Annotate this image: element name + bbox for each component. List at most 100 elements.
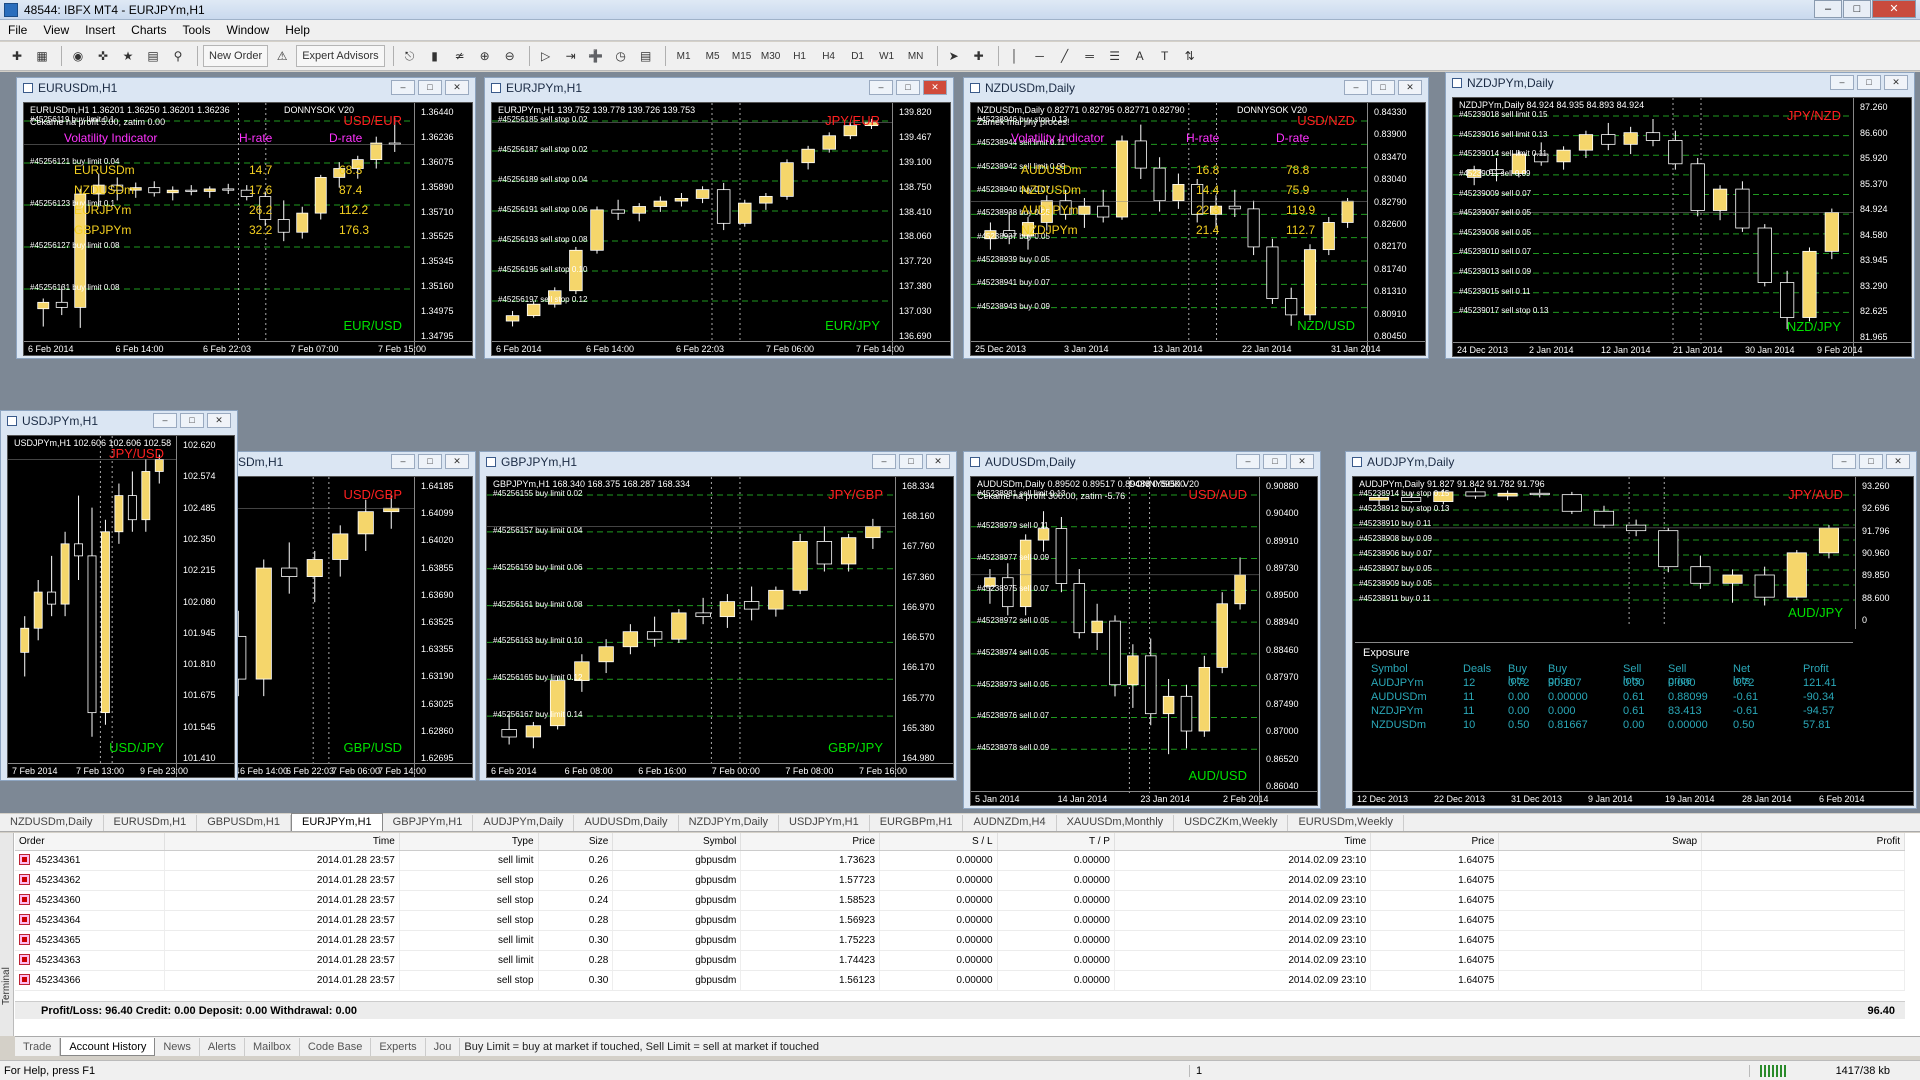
templates-icon[interactable]: ▤ — [635, 45, 657, 67]
chart-tab[interactable]: EURGBPm,H1 — [870, 815, 964, 831]
expert-advisors-button[interactable]: Expert Advisors — [296, 45, 385, 67]
timeframe-h1[interactable]: H1 — [787, 45, 813, 67]
chart-tab[interactable]: XAUUSDm,Monthly — [1057, 815, 1175, 831]
chart-plot-area[interactable]: 102.620 102.574 102.485 102.350 102.215 102.0… — [7, 435, 235, 778]
chart-restore-button[interactable]: □ — [1857, 75, 1881, 90]
terminal-tab[interactable]: News — [155, 1037, 200, 1056]
chart-tab[interactable]: EURUSDm,Weekly — [1288, 815, 1404, 831]
terminal-tab[interactable]: Mailbox — [245, 1037, 300, 1056]
menu-help[interactable]: Help — [277, 23, 318, 37]
menu-charts[interactable]: Charts — [123, 23, 174, 37]
chart-window-caption[interactable]: USDJPYm,H1 – □ ✕ — [1, 411, 237, 431]
chart-tab[interactable]: EURUSDm,H1 — [104, 815, 198, 831]
chart-plot-area[interactable]: 0.90880 0.90400 0.89910 0.89730 0.89500 0.889… — [970, 476, 1318, 806]
chart-restore-button[interactable]: □ — [180, 413, 204, 428]
new-order-button[interactable]: New Order — [203, 45, 269, 67]
chart-tab[interactable]: NZDJPYm,Daily — [679, 815, 780, 831]
chart-tab[interactable]: GBPJPYm,H1 — [383, 815, 474, 831]
chart-window[interactable]: EURUSDm,H1 – □ ✕ 1.36440 1.36236 1.36075 1.3589… — [16, 77, 476, 359]
crosshair-icon[interactable]: ✚ — [968, 45, 990, 67]
chart-minimize-button[interactable]: – — [391, 80, 415, 95]
chart-minimize-button[interactable]: – — [153, 413, 177, 428]
table-row[interactable]: 45234362 2014.01.28 23:57 sell stop 0.26 gbp… — [15, 870, 1905, 891]
cursor-icon[interactable]: ➤ — [943, 45, 965, 67]
channel-icon[interactable]: ═ — [1079, 45, 1101, 67]
menu-file[interactable]: File — [0, 23, 35, 37]
navigator-icon[interactable]: ★ — [117, 45, 139, 67]
chart-plot-area[interactable]: 168.334 168.160 167.760 167.360 166.970 166.5… — [486, 476, 954, 778]
timeframe-mn[interactable]: MN — [903, 45, 929, 67]
column-header[interactable]: Type — [399, 833, 539, 851]
horizontal-line-icon[interactable]: ─ — [1029, 45, 1051, 67]
timeframe-m30[interactable]: M30 — [758, 45, 784, 67]
chart-window-caption[interactable]: EURUSDm,H1 – □ ✕ — [17, 78, 475, 98]
text-icon[interactable]: A — [1129, 45, 1151, 67]
chart-minimize-button[interactable]: – — [1344, 80, 1368, 95]
chart-window-caption[interactable]: AUDUSDm,Daily – □ ✕ — [964, 452, 1320, 472]
chart-window[interactable]: EURJPYm,H1 – □ ✕ 139.820 139.467 139.100 138.75… — [484, 77, 954, 359]
chart-minimize-button[interactable]: – — [872, 454, 896, 469]
column-header[interactable]: Time — [1114, 833, 1372, 851]
chart-tab[interactable]: USDCZKm,Weekly — [1174, 815, 1289, 831]
chart-window[interactable]: NZDJPYm,Daily – □ ✕ 87.260 86.600 85.920 85.370… — [1445, 72, 1915, 359]
chart-shift-icon[interactable]: ⇥ — [560, 45, 582, 67]
profiles-icon[interactable]: ▦ — [31, 45, 53, 67]
chart-close-button[interactable]: ✕ — [445, 80, 469, 95]
chart-minimize-button[interactable]: – — [1236, 454, 1260, 469]
timeframe-m15[interactable]: M15 — [729, 45, 755, 67]
timeframe-m5[interactable]: M5 — [700, 45, 726, 67]
chart-window[interactable]: NZDUSDm,Daily – □ ✕ 0.84330 0.83900 0.83470 0.8… — [963, 77, 1429, 359]
minimize-button[interactable]: – — [1814, 0, 1842, 18]
chart-restore-button[interactable]: □ — [1371, 80, 1395, 95]
chart-tab[interactable]: AUDNZDm,H4 — [963, 815, 1057, 831]
chart-plot-area[interactable]: 0.84330 0.83900 0.83470 0.83040 0.82790 0.826… — [970, 102, 1426, 356]
column-header[interactable]: Size — [538, 833, 614, 851]
timeframe-h4[interactable]: H4 — [816, 45, 842, 67]
candlestick-icon[interactable]: ▮ — [424, 45, 446, 67]
chart-close-button[interactable]: ✕ — [1290, 454, 1314, 469]
terminal-tab[interactable]: Account History — [60, 1037, 156, 1056]
bar-chart-icon[interactable]: ⎋ — [399, 45, 421, 67]
menu-window[interactable]: Window — [219, 23, 278, 37]
chart-plot-area[interactable]: 139.820 139.467 139.100 138.750 138.410 138.0… — [491, 102, 951, 356]
column-header[interactable]: S / L — [879, 833, 998, 851]
table-row[interactable]: 45234365 2014.01.28 23:57 sell limit 0.30 gb… — [15, 930, 1905, 951]
timeframe-d1[interactable]: D1 — [845, 45, 871, 67]
chart-restore-button[interactable]: □ — [1263, 454, 1287, 469]
timeframe-m1[interactable]: M1 — [671, 45, 697, 67]
chart-window-caption[interactable]: AUDJPYm,Daily – □ ✕ — [1346, 452, 1916, 472]
chart-restore-button[interactable]: □ — [1859, 454, 1883, 469]
chart-window-caption[interactable]: NZDJPYm,Daily – □ ✕ — [1446, 73, 1914, 93]
close-button[interactable]: ✕ — [1872, 0, 1916, 18]
terminal-tab[interactable]: Experts — [371, 1037, 426, 1056]
chart-minimize-button[interactable]: – — [391, 454, 415, 469]
metaeditor-icon[interactable]: ⚠ — [271, 45, 293, 67]
terminal-icon[interactable]: ▤ — [142, 45, 164, 67]
column-header[interactable]: Profit — [1701, 833, 1905, 851]
trendline-icon[interactable]: ╱ — [1054, 45, 1076, 67]
chart-tab[interactable]: NZDUSDm,Daily — [0, 815, 104, 831]
chart-tab[interactable]: AUDJPYm,Daily — [473, 815, 575, 831]
zoom-out-icon[interactable]: ⊖ — [499, 45, 521, 67]
text-label-icon[interactable]: T — [1154, 45, 1176, 67]
timeframe-w1[interactable]: W1 — [874, 45, 900, 67]
chart-close-button[interactable]: ✕ — [445, 454, 469, 469]
arrows-icon[interactable]: ⇅ — [1179, 45, 1201, 67]
table-row[interactable]: 45234364 2014.01.28 23:57 sell stop 0.28 gbp… — [15, 910, 1905, 931]
auto-scroll-icon[interactable]: ▷ — [535, 45, 557, 67]
chart-restore-button[interactable]: □ — [899, 454, 923, 469]
chart-tab[interactable]: GBPUSDm,H1 — [197, 815, 291, 831]
chart-minimize-button[interactable]: – — [869, 80, 893, 95]
column-header[interactable]: Price — [1370, 833, 1500, 851]
chart-restore-button[interactable]: □ — [418, 80, 442, 95]
terminal-tab[interactable]: Code Base — [300, 1037, 372, 1056]
chart-minimize-button[interactable]: – — [1830, 75, 1854, 90]
chart-window[interactable]: AUDUSDm,Daily – □ ✕ 0.90880 0.90400 0.89910 0.8… — [963, 451, 1321, 809]
chart-plot-area[interactable]: 93.260 92.696 91.796 90.960 89.850 88.600 0 12 … — [1352, 476, 1914, 806]
periods-icon[interactable]: ◷ — [610, 45, 632, 67]
chart-close-button[interactable]: ✕ — [923, 80, 947, 95]
chart-window-caption[interactable]: NZDUSDm,Daily – □ ✕ — [964, 78, 1428, 98]
zoom-in-icon[interactable]: ⊕ — [474, 45, 496, 67]
menu-tools[interactable]: Tools — [175, 23, 219, 37]
chart-plot-area[interactable]: 87.260 86.600 85.920 85.370 84.924 84.580 83.9… — [1452, 97, 1912, 357]
